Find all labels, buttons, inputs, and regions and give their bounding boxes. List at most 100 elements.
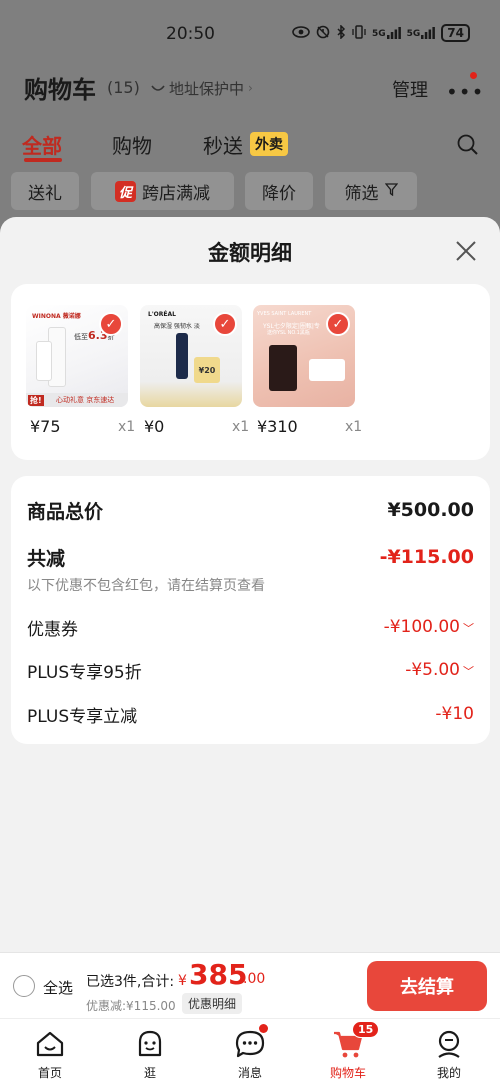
subtotal-label: 商品总价 [27, 501, 104, 523]
manage-button[interactable]: 管理 [392, 76, 428, 102]
signal-5g-label-2: 5G [406, 29, 421, 39]
nav-home[interactable]: 首页 [20, 1027, 80, 1081]
cart-count: (15) [107, 78, 140, 97]
message-icon [220, 1027, 280, 1061]
close-icon[interactable] [454, 239, 478, 267]
alarm-icon [316, 25, 330, 42]
nav-browse[interactable]: 逛 [120, 1027, 180, 1081]
check-icon[interactable]: ✓ [99, 312, 123, 336]
signal-5g-label: 5G [371, 29, 386, 39]
discount-detail-button[interactable]: 优惠明细 [182, 993, 243, 1014]
cart-badge: 15 [352, 1021, 380, 1038]
plus95-value: -¥5.00 [405, 660, 460, 680]
funnel-icon [384, 181, 398, 201]
chevron-right-icon: › [248, 81, 253, 95]
filter-gift-label: 送礼 [28, 183, 62, 204]
home-icon [20, 1027, 80, 1061]
chevron-down-icon: ﹀ [463, 665, 474, 678]
product-rush-tag: 抢! [28, 395, 44, 406]
total-off-value: -¥115.00 [379, 546, 474, 568]
vibrate-icon [352, 24, 366, 42]
total-decimal: .00 [243, 971, 266, 987]
product-subline: 送你YSL NO.1黑瓶 [267, 330, 310, 336]
price-summary-card: 商品总价 ¥500.00 共减 -¥115.00 以下优惠不包含红包，请在结算页… [11, 476, 490, 744]
nav-mine-label: 我的 [436, 1066, 461, 1080]
signal-5g-icon-2: 5G [407, 27, 436, 39]
tab-shopping[interactable]: 购物 [112, 130, 152, 159]
status-icons: 5G 5G 74 [292, 23, 470, 42]
coupon-value: -¥100.00 [383, 617, 460, 637]
select-all-radio[interactable] [13, 975, 35, 997]
product-image: L'ORÉAL 高保湿 强韧水 淡 ¥20 ✓ [140, 305, 242, 407]
product-item[interactable]: L'ORÉAL 高保湿 强韧水 淡 ¥20 ✓ ¥0 x1 [140, 305, 249, 436]
product-price: ¥310 [257, 417, 298, 436]
filter-cross-store-label: 跨店满减 [142, 183, 210, 204]
product-image: YVES SAINT LAURENT YSL七夕限定|圈甄|专 送你YSL NO… [253, 305, 355, 407]
bluetooth-icon [336, 23, 346, 42]
address-label: 地址保护中 [169, 79, 245, 98]
select-all-label[interactable]: 全选 [43, 977, 73, 998]
cart-tabs: 全部 购物 秒送 外卖 [0, 126, 500, 166]
product-price: ¥75 [30, 417, 61, 436]
product-line: 高保湿 强韧水 淡 [154, 323, 200, 330]
discount-amount: 优惠减:¥115.00 [86, 999, 176, 1013]
product-item[interactable]: WINONA 薇诺娜 低至6.3折 抢! 心动礼意 京东速达 ✓ ¥75 x1 [26, 305, 135, 436]
check-icon[interactable]: ✓ [326, 312, 350, 336]
product-item[interactable]: YVES SAINT LAURENT YSL七夕限定|圈甄|专 送你YSL NO… [253, 305, 362, 436]
tab-all[interactable]: 全部 [22, 130, 62, 159]
product-brand: WINONA 薇诺娜 [32, 313, 81, 320]
total-amount: 385 [189, 958, 248, 991]
total-currency: ¥ [178, 973, 187, 989]
product-price: ¥0 [144, 417, 165, 436]
nav-mine[interactable]: 我的 [419, 1027, 479, 1081]
checkout-button[interactable]: 去结算 [367, 961, 487, 1011]
filter-price-drop-label: 降价 [262, 183, 296, 204]
product-brand: L'ORÉAL [148, 311, 176, 318]
product-qty: x1 [232, 419, 250, 435]
product-price-tag [309, 359, 345, 381]
product-qty: x1 [118, 419, 136, 435]
filter-gift[interactable]: 送礼 [11, 172, 79, 210]
plus95-row[interactable]: -¥5.00 ﹀ [405, 660, 474, 680]
address-protection-button[interactable]: 地址保护中 › [143, 75, 261, 101]
profile-icon [419, 1027, 479, 1061]
nav-browse-label: 逛 [143, 1066, 156, 1080]
more-icon[interactable]: ••• [446, 80, 484, 104]
sheet-title: 金额明细 [208, 241, 292, 265]
filter-cross-store[interactable]: 促 跨店满减 [91, 172, 234, 210]
product-tube [36, 341, 52, 381]
product-banner-text: 心动礼意 京东速达 [56, 396, 115, 404]
filter-price-drop[interactable]: 降价 [245, 172, 313, 210]
product-brand: YVES SAINT LAURENT [257, 311, 312, 317]
selected-products-card: WINONA 薇诺娜 低至6.3折 抢! 心动礼意 京东速达 ✓ ¥75 x1 … [11, 284, 490, 460]
smile-icon [151, 79, 165, 97]
page-title: 购物车 [24, 76, 96, 104]
message-dot [259, 1024, 268, 1033]
coupon-label: 优惠券 [27, 620, 78, 640]
eye-icon [292, 25, 310, 41]
status-bar: 20:50 5G 5G 74 [0, 0, 500, 64]
signal-5g-icon: 5G [372, 27, 401, 39]
plus95-label: PLUS专享95折 [27, 663, 142, 683]
nav-messages[interactable]: 消息 [220, 1027, 280, 1081]
product-discount-prefix: 低至 [74, 333, 88, 341]
search-icon[interactable] [457, 134, 479, 160]
battery-icon: 74 [441, 24, 470, 42]
product-image: WINONA 薇诺娜 低至6.3折 抢! 心动礼意 京东速达 ✓ [26, 305, 128, 407]
nav-cart-label: 购物车 [329, 1066, 366, 1080]
browse-icon [120, 1027, 180, 1061]
cart-header: 购物车 (15) 地址保护中 › 管理 ••• [0, 66, 500, 110]
tab-express[interactable]: 秒送 [203, 130, 243, 159]
filter-bar: 送礼 促 跨店满减 降价 筛选 [0, 172, 500, 212]
total-off-label: 共减 [27, 548, 66, 570]
check-icon[interactable]: ✓ [213, 312, 237, 336]
bottom-nav: 首页 逛 消息 购物车 15 我的 [0, 1018, 500, 1085]
subtotal-value: ¥500.00 [387, 499, 474, 521]
coupon-row[interactable]: -¥100.00 ﹀ [384, 617, 474, 637]
product-qty: x1 [345, 419, 363, 435]
plus-off-label: PLUS专享立减 [27, 707, 138, 727]
promo-tag: 促 [114, 180, 136, 202]
filter-button[interactable]: 筛选 [325, 172, 417, 210]
notification-dot [470, 72, 477, 79]
product-price-tag: ¥20 [194, 357, 220, 383]
